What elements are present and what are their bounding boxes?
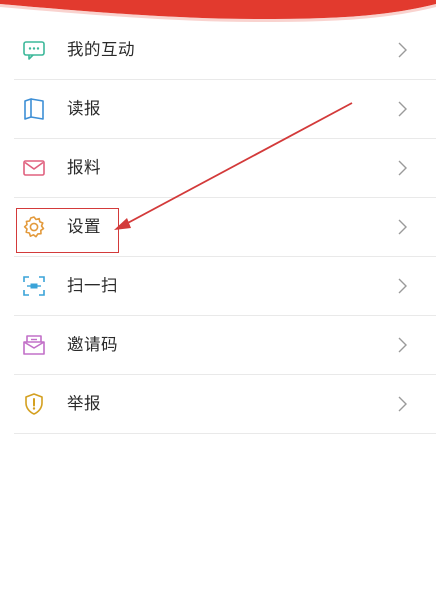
menu-item-my-interaction[interactable]: 我的互动	[14, 21, 436, 80]
shield-alert-icon	[22, 392, 46, 416]
chevron-right-icon	[395, 101, 409, 117]
scan-icon	[22, 274, 46, 298]
menu-item-invite-code[interactable]: 邀请码	[14, 316, 436, 375]
chat-bubble-icon	[22, 38, 46, 62]
menu-item-scan[interactable]: 扫一扫	[14, 257, 436, 316]
menu-item-read-newspaper[interactable]: 读报	[14, 80, 436, 139]
menu-item-report[interactable]: 举报	[14, 375, 436, 434]
chevron-right-icon	[395, 278, 409, 294]
menu-item-label: 我的互动	[67, 40, 135, 59]
chevron-right-icon	[395, 396, 409, 412]
chevron-right-icon	[395, 42, 409, 58]
chevron-right-icon	[395, 337, 409, 353]
menu-item-label: 扫一扫	[67, 276, 118, 295]
menu-item-label: 邀请码	[67, 335, 118, 354]
envelope-icon	[22, 156, 46, 180]
book-icon	[22, 97, 46, 121]
gear-icon	[22, 215, 46, 239]
menu-item-label: 举报	[67, 394, 101, 413]
chevron-right-icon	[395, 160, 409, 176]
inbox-icon	[22, 333, 46, 357]
menu-item-settings[interactable]: 设置	[14, 198, 436, 257]
menu-item-label: 设置	[67, 217, 101, 236]
menu-item-tip-off[interactable]: 报料	[14, 139, 436, 198]
menu-item-label: 报料	[67, 158, 101, 177]
menu-item-label: 读报	[67, 99, 101, 118]
settings-menu-list: 我的互动 读报 报料 设置 扫一扫 邀请码 举报	[14, 21, 436, 434]
chevron-right-icon	[395, 219, 409, 235]
